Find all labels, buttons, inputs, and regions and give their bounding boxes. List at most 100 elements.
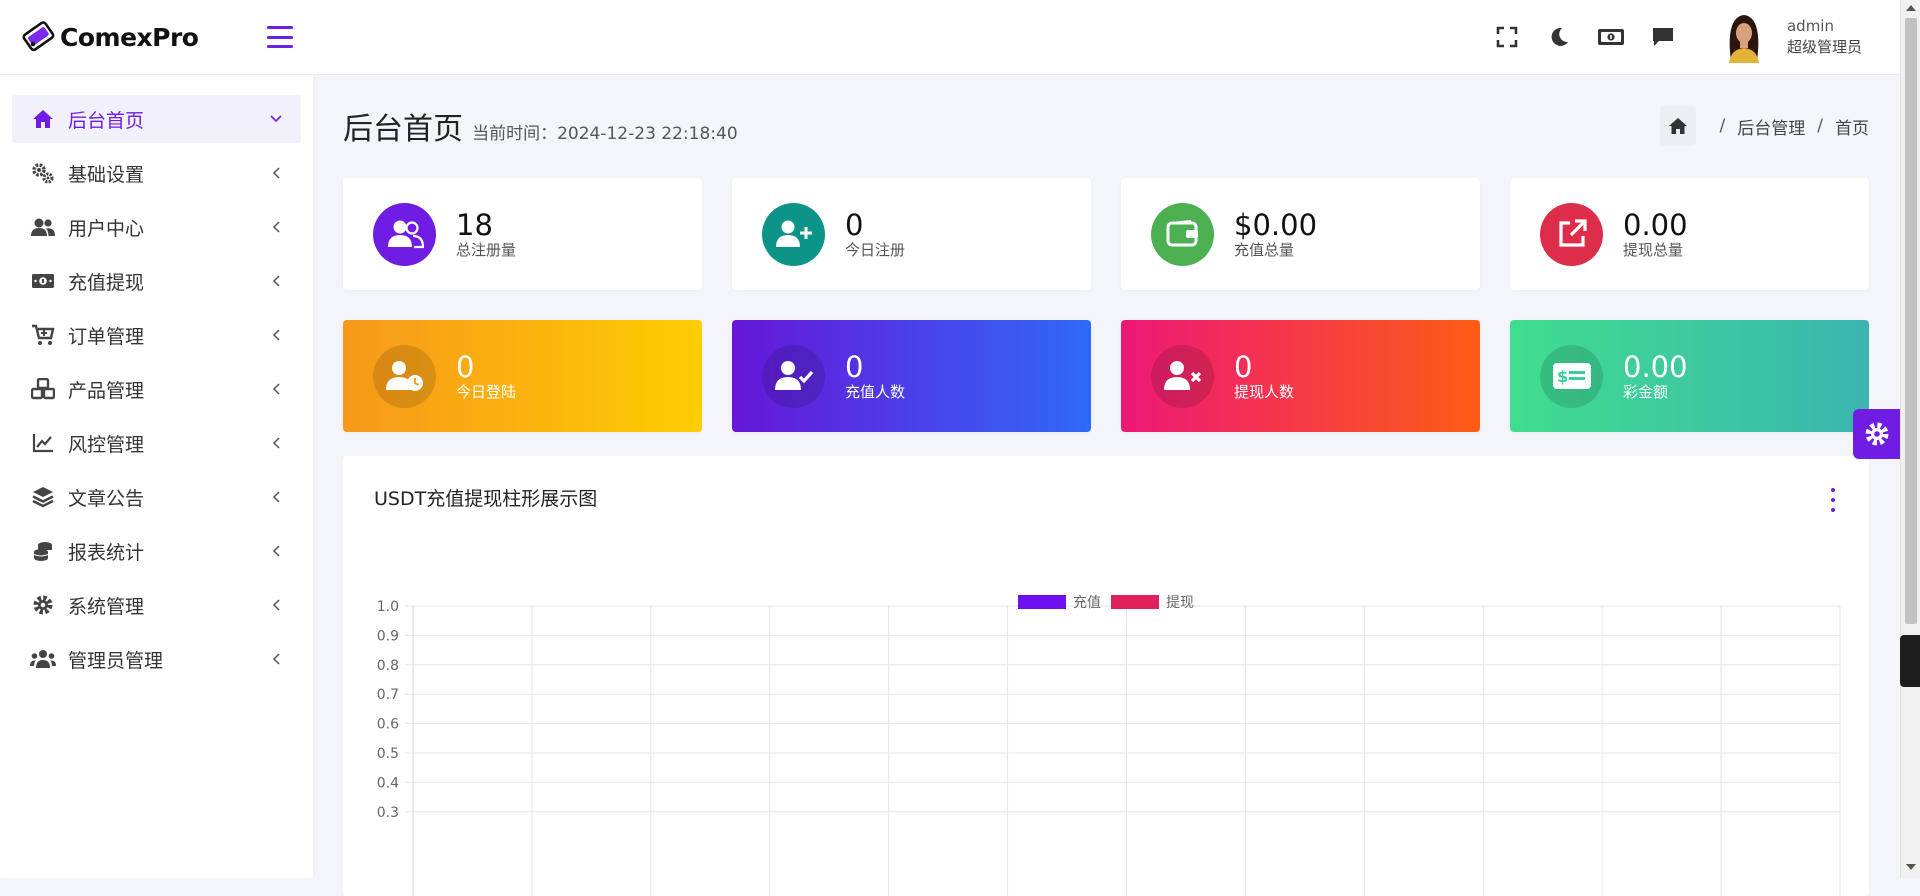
stat-label: 提现人数 <box>1234 383 1295 401</box>
moon-icon <box>1551 27 1568 46</box>
legend-label: 提现 <box>1166 595 1194 611</box>
breadcrumb-separator: / <box>1719 116 1726 136</box>
chart-title: USDT充值提现柱形展示图 <box>374 488 598 510</box>
logo[interactable]: ComexPro <box>22 20 199 54</box>
external-link-icon <box>1558 219 1587 247</box>
sidebar-item-label: 后台首页 <box>68 109 145 132</box>
users-group-icon <box>30 648 56 670</box>
sidebar-item-dashboard[interactable]: 后台首页 <box>12 95 301 143</box>
bar-chart: 1.00.90.80.70.60.50.40.3 <box>377 599 1841 896</box>
chevron-left-icon <box>269 490 283 504</box>
messages-button[interactable] <box>1649 23 1677 51</box>
sidebar-item-label: 用户中心 <box>68 217 145 240</box>
stat-icon-circle: $ <box>1540 344 1603 408</box>
cubes-icon <box>30 378 56 400</box>
fullscreen-button[interactable] <box>1493 23 1521 51</box>
stat-card-bonus-amount: $ 0.00 彩金额 <box>1510 320 1869 432</box>
sidebar-item-label: 风控管理 <box>68 433 145 456</box>
logo-area: ComexPro <box>0 0 313 75</box>
stat-value: 0 <box>1234 350 1253 384</box>
sidebar-item-admins[interactable]: 管理员管理 <box>12 635 301 683</box>
sidebar-item-risk-control[interactable]: 风控管理 <box>12 419 301 467</box>
sidebar-item-label: 充值提现 <box>68 271 145 294</box>
y-tick-label: 0.8 <box>377 658 399 674</box>
top-bar-actions: admin 超级管理员 <box>1493 0 1900 74</box>
stat-value: $0.00 <box>1234 208 1318 242</box>
scrollbar-thumb[interactable] <box>1905 18 1917 624</box>
stat-label: 今日注册 <box>845 241 906 259</box>
user-menu[interactable]: admin 超级管理员 <box>1720 11 1862 63</box>
breadcrumb-home-button[interactable] <box>1659 106 1696 146</box>
chart-card: 1.0 0.9 0.8 0.7 0.6 0.5 0.4 0.3 USDT充值提现柱形展示图 充… <box>343 456 1869 896</box>
legend-swatch <box>1111 595 1159 609</box>
sidebar-item-basic-settings[interactable]: 基础设置 <box>12 149 301 197</box>
scroll-up-arrow[interactable] <box>1906 5 1916 11</box>
sidebar-item-deposit-withdraw[interactable]: 充值提现 <box>12 257 301 305</box>
sidebar-item-articles[interactable]: 文章公告 <box>12 473 301 521</box>
chevron-left-icon <box>269 544 283 558</box>
legend-item-withdraw[interactable]: 提现 <box>1111 592 1194 612</box>
y-tick-label: 0.5 <box>377 746 399 762</box>
chart-options-button[interactable] <box>1825 488 1841 512</box>
dark-mode-button[interactable] <box>1545 23 1573 51</box>
vertical-scrollbar[interactable] <box>1900 0 1920 878</box>
sidebar-item-label: 基础设置 <box>68 163 145 186</box>
chevron-left-icon <box>269 652 283 666</box>
chevron-left-icon <box>269 274 283 288</box>
stat-icon-circle <box>1540 202 1603 266</box>
sidebar-item-label: 报表统计 <box>68 541 145 564</box>
comment-icon <box>1652 28 1673 46</box>
theme-settings-button[interactable] <box>1853 409 1900 459</box>
chevron-left-icon <box>269 436 283 450</box>
stat-icon-circle <box>373 344 436 408</box>
gear-icon <box>30 594 56 616</box>
breadcrumb-current: 首页 <box>1835 118 1869 139</box>
stat-card-total-deposits: $0.00 充值总量 <box>1121 178 1480 290</box>
main-content: 后台首页 当前时间：2024-12-23 22:18:40 / 后台管理 / 首… <box>343 74 1869 896</box>
chevron-left-icon <box>269 166 283 180</box>
app-name: ComexPro <box>60 22 199 52</box>
stat-label: 充值总量 <box>1234 241 1295 259</box>
menu-toggle-button[interactable] <box>267 26 293 48</box>
y-tick-label: 0.4 <box>377 775 399 791</box>
chevron-left-icon <box>269 220 283 234</box>
stat-icon-circle <box>1151 202 1214 266</box>
scroll-down-arrow[interactable] <box>1906 864 1916 870</box>
svg-text:$: $ <box>1557 367 1568 386</box>
chevron-left-icon <box>269 382 283 396</box>
sidebar-item-user-center[interactable]: 用户中心 <box>12 203 301 251</box>
stat-card-depositor-count: 0 充值人数 <box>732 320 1091 432</box>
sidebar: ComexPro 后台首页 基础设置 用户中心 充值提现 订单管理 产品管理 风… <box>0 0 313 878</box>
sidebar-item-reports[interactable]: 报表统计 <box>12 527 301 575</box>
finance-button[interactable] <box>1597 23 1625 51</box>
stat-icon-circle <box>1151 344 1214 408</box>
stat-card-withdrawer-count: 0 提现人数 <box>1121 320 1480 432</box>
stat-label: 充值人数 <box>845 383 906 401</box>
sidebar-item-system[interactable]: 系统管理 <box>12 581 301 629</box>
coins-icon <box>30 540 56 562</box>
stat-icon-circle <box>762 202 825 266</box>
stat-label: 彩金额 <box>1623 383 1669 401</box>
y-tick-label: 0.6 <box>377 717 399 733</box>
home-icon <box>1668 118 1687 134</box>
sidebar-item-label: 订单管理 <box>68 325 145 348</box>
chevron-down-icon <box>269 112 283 126</box>
chevron-left-icon <box>269 328 283 342</box>
stat-icon-circle <box>373 202 436 266</box>
breadcrumb-item[interactable]: 后台管理 <box>1737 114 1805 139</box>
stat-value: 0.00 <box>1623 350 1688 384</box>
user-clock-icon <box>385 361 423 391</box>
user-name: admin <box>1786 17 1834 35</box>
legend-item-deposit[interactable]: 充值 <box>1018 592 1101 612</box>
sidebar-item-products[interactable]: 产品管理 <box>12 365 301 413</box>
stat-label: 提现总量 <box>1623 241 1684 259</box>
side-panel-handle[interactable] <box>1900 635 1920 687</box>
logo-icon <box>22 21 55 52</box>
sidebar-item-label: 文章公告 <box>68 487 145 510</box>
stat-label: 今日登陆 <box>456 383 517 401</box>
stat-label: 总注册量 <box>456 241 517 259</box>
stat-icon-circle <box>762 344 825 408</box>
sidebar-item-orders[interactable]: 订单管理 <box>12 311 301 359</box>
chart-legend: 充值 提现 <box>343 592 1869 612</box>
home-icon <box>30 108 56 130</box>
